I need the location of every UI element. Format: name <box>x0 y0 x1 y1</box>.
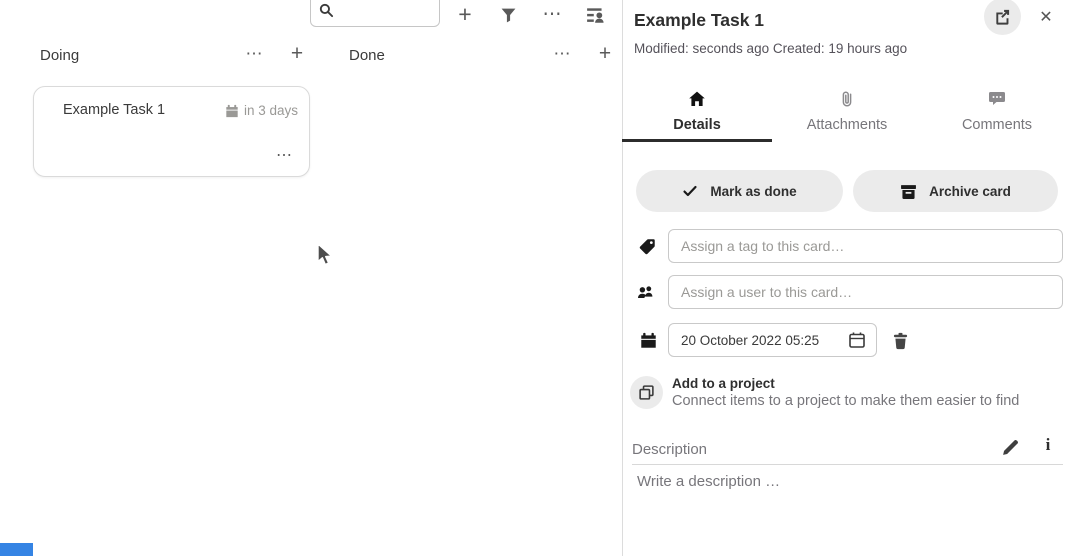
mark-as-done-label: Mark as done <box>710 184 796 199</box>
due-date-icon <box>638 330 658 350</box>
tag-icon <box>637 236 657 256</box>
column-doing-add-button[interactable]: + <box>286 42 308 66</box>
column-done-menu-button[interactable]: ⋯ <box>551 43 573 65</box>
column-title-doing: Doing <box>40 47 79 64</box>
check-icon <box>682 183 698 199</box>
comment-icon <box>922 88 1072 110</box>
add-to-project-button[interactable] <box>630 376 663 409</box>
paperclip-icon <box>772 88 922 110</box>
mark-as-done-button[interactable]: Mark as done <box>636 170 843 212</box>
assign-user-input[interactable] <box>668 275 1063 309</box>
filter-icon[interactable] <box>497 3 519 27</box>
edit-description-icon[interactable] <box>999 437 1021 457</box>
add-to-project-subtitle: Connect items to a project to make them … <box>672 393 1019 409</box>
task-card-title: Example Task 1 <box>63 102 165 118</box>
tab-details-label: Details <box>622 117 772 133</box>
task-card[interactable]: Example Task 1 in 3 days ⋯ <box>33 86 310 177</box>
close-icon[interactable]: ✕ <box>1035 6 1057 28</box>
project-stack-icon <box>638 384 655 401</box>
search-box[interactable] <box>310 0 440 27</box>
board-menu-button[interactable]: ⋯ <box>539 0 565 28</box>
search-icon <box>319 3 334 23</box>
column-title-done: Done <box>349 47 385 64</box>
column-done-add-button[interactable]: + <box>594 42 616 66</box>
bottom-accent-bar <box>0 543 33 556</box>
column-doing-menu-button[interactable]: ⋯ <box>243 43 265 65</box>
add-card-button[interactable]: + <box>453 0 477 28</box>
assign-tag-input[interactable] <box>668 229 1063 263</box>
due-text: in 3 days <box>244 103 298 118</box>
search-input[interactable] <box>338 0 434 21</box>
task-card-menu-button[interactable]: ⋯ <box>273 145 295 165</box>
task-card-due: in 3 days <box>225 103 298 118</box>
open-external-icon <box>994 8 1011 25</box>
add-to-project-title[interactable]: Add to a project <box>672 376 775 391</box>
kanban-app: + ⋯ Doing ⋯ + Done ⋯ + Example Task 1 in… <box>0 0 1073 556</box>
panel-title: Example Task 1 <box>634 10 764 31</box>
calendar-icon <box>225 104 239 118</box>
users-icon <box>636 282 656 302</box>
tab-comments[interactable]: Comments <box>922 85 1072 142</box>
due-date-field[interactable]: 20 October 2022 05:25 <box>668 323 877 357</box>
tab-attachments[interactable]: Attachments <box>772 85 922 142</box>
description-label: Description <box>632 441 707 458</box>
archive-card-label: Archive card <box>929 184 1011 199</box>
tab-details[interactable]: Details <box>622 85 772 142</box>
mouse-cursor <box>316 243 336 272</box>
description-divider <box>632 464 1063 465</box>
delete-due-date-icon[interactable] <box>889 330 911 352</box>
description-info-icon[interactable]: i <box>1039 434 1057 456</box>
due-date-value: 20 October 2022 05:25 <box>681 333 846 348</box>
archive-icon <box>900 183 917 200</box>
home-icon <box>622 88 772 110</box>
tab-comments-label: Comments <box>922 117 1072 133</box>
calendar-picker-icon[interactable] <box>846 329 868 351</box>
description-placeholder[interactable]: Write a description … <box>637 473 780 490</box>
tab-attachments-label: Attachments <box>772 117 922 133</box>
assignees-view-icon[interactable] <box>584 3 608 27</box>
archive-card-button[interactable]: Archive card <box>853 170 1058 212</box>
panel-meta: Modified: seconds ago Created: 19 hours … <box>634 41 907 56</box>
